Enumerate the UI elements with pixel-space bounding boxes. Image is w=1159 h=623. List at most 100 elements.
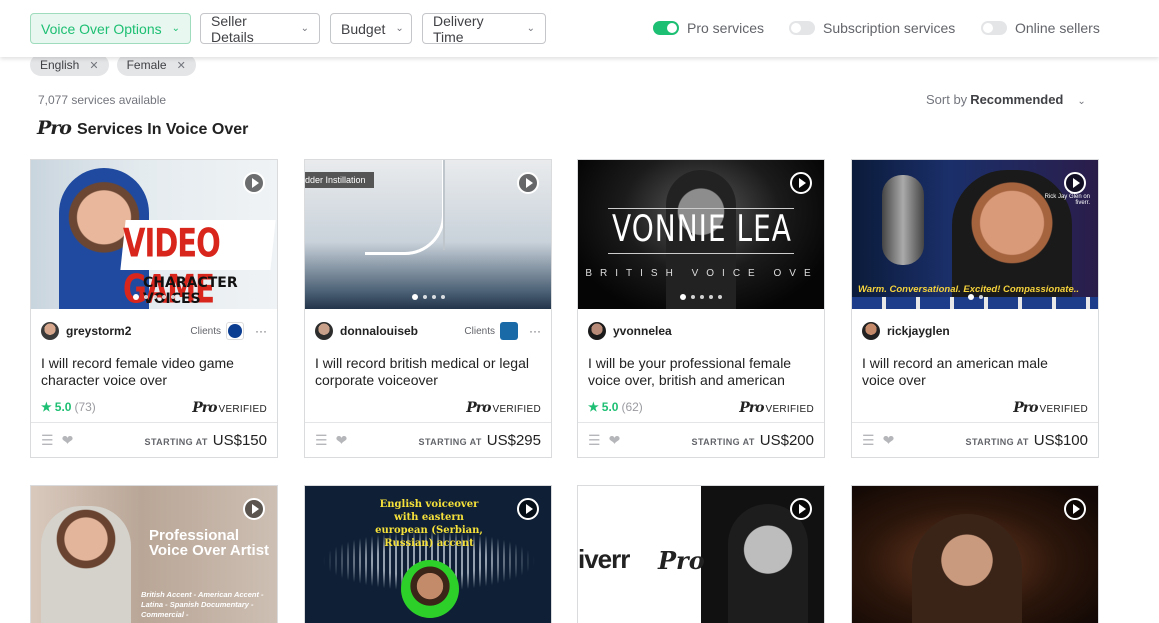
heart-icon[interactable]: ❤ bbox=[336, 432, 348, 449]
starting-at-label: STARTING AT bbox=[965, 437, 1029, 447]
sort-label: Sort by bbox=[926, 92, 968, 107]
seller-row: rickjayglen bbox=[862, 322, 1088, 340]
gig-card[interactable]: dder Instillation donnalouiseb Clients ·… bbox=[304, 159, 552, 458]
carousel-dots[interactable] bbox=[305, 294, 551, 300]
gig-thumbnail[interactable] bbox=[852, 486, 1098, 623]
play-icon[interactable] bbox=[790, 498, 812, 520]
seller-row: greystorm2 Clients ··· bbox=[41, 322, 267, 340]
card-footer: ☰ ❤ STARTING AT US$295 bbox=[305, 422, 551, 457]
pro-verified-badge: Pro VERIFIED bbox=[466, 400, 541, 416]
gig-thumbnail[interactable]: English voiceover with eastern european … bbox=[305, 486, 551, 623]
delivery-time-filter[interactable]: Delivery Time ⌄ bbox=[422, 13, 546, 45]
heart-icon[interactable]: ❤ bbox=[609, 432, 621, 449]
page-title: Pro Services In Voice Over bbox=[37, 117, 248, 139]
price[interactable]: STARTING AT US$150 bbox=[145, 432, 267, 449]
heart-icon[interactable]: ❤ bbox=[62, 432, 74, 449]
nasa-logo-icon bbox=[226, 322, 244, 340]
pro-services-toggle[interactable]: Pro services bbox=[653, 20, 764, 36]
client-logo-icon bbox=[500, 322, 518, 340]
gig-thumbnail[interactable]: VIDEO GAME CHARACTER VOICES bbox=[31, 160, 277, 309]
gig-card[interactable]: Professional Voice Over Artist British A… bbox=[30, 485, 278, 623]
gig-card[interactable] bbox=[851, 485, 1099, 623]
close-icon[interactable]: ✕ bbox=[177, 59, 186, 72]
gig-title[interactable]: I will record an american male voice ove… bbox=[862, 355, 1084, 389]
price[interactable]: STARTING AT US$200 bbox=[692, 432, 814, 449]
gig-title[interactable]: I will be your professional female voice… bbox=[588, 355, 810, 389]
chevron-down-icon: ⌄ bbox=[171, 23, 180, 34]
seller-name[interactable]: yvonnelea bbox=[613, 324, 672, 338]
avatar[interactable] bbox=[41, 322, 59, 340]
rating: ★ 5.0 (62) bbox=[588, 400, 643, 414]
more-options-icon[interactable]: ··· bbox=[255, 324, 267, 338]
clients-badge: Clients bbox=[190, 322, 244, 340]
gig-card[interactable]: VIDEO GAME CHARACTER VOICES greystorm2 C… bbox=[30, 159, 278, 458]
budget-filter[interactable]: Budget ⌄ bbox=[330, 13, 412, 44]
menu-lines-icon[interactable]: ☰ bbox=[588, 432, 601, 449]
pro-verified-badge: Pro VERIFIED bbox=[1013, 400, 1088, 416]
chevron-down-icon: ⌄ bbox=[526, 23, 535, 34]
price-value: US$295 bbox=[486, 432, 541, 449]
pro-logo: Pro bbox=[739, 400, 764, 416]
play-icon[interactable] bbox=[790, 172, 812, 194]
seller-name[interactable]: donnalouiseb bbox=[340, 324, 418, 338]
gig-title[interactable]: I will record british medical or legal c… bbox=[315, 355, 537, 389]
pro-verified-badge: Pro VERIFIED bbox=[192, 400, 267, 416]
carousel-dots[interactable] bbox=[31, 294, 277, 300]
filter-chip-english[interactable]: English ✕ bbox=[30, 54, 109, 76]
verified-label: VERIFIED bbox=[765, 404, 814, 415]
heart-icon[interactable]: ❤ bbox=[883, 432, 895, 449]
gig-card[interactable]: English voiceover with eastern european … bbox=[304, 485, 552, 623]
filter-chip-female[interactable]: Female ✕ bbox=[116, 54, 196, 76]
avatar[interactable] bbox=[588, 322, 606, 340]
avatar[interactable] bbox=[315, 322, 333, 340]
play-icon[interactable] bbox=[243, 498, 265, 520]
toggle-switch-off[interactable] bbox=[789, 21, 815, 35]
clients-label: Clients bbox=[190, 325, 221, 337]
voice-over-options-filter[interactable]: Voice Over Options ⌄ bbox=[30, 13, 191, 44]
more-options-icon[interactable]: ··· bbox=[529, 324, 541, 338]
close-icon[interactable]: ✕ bbox=[89, 59, 98, 72]
toggle-switch-on[interactable] bbox=[653, 21, 679, 35]
chip-label: English bbox=[40, 58, 80, 72]
chevron-down-icon: ⌄ bbox=[395, 23, 404, 34]
toggle-label: Subscription services bbox=[823, 20, 956, 36]
gig-title[interactable]: I will record female video game characte… bbox=[41, 355, 263, 389]
play-icon[interactable] bbox=[243, 172, 265, 194]
pro-logo: Pro bbox=[1013, 400, 1038, 416]
carousel-dots[interactable] bbox=[578, 294, 824, 300]
gig-thumbnail[interactable]: Professional Voice Over Artist British A… bbox=[31, 486, 277, 623]
seller-details-filter[interactable]: Seller Details ⌄ bbox=[200, 12, 320, 45]
menu-lines-icon[interactable]: ☰ bbox=[862, 432, 875, 449]
toggle-switch-off[interactable] bbox=[981, 21, 1007, 35]
gig-card[interactable]: VONNIE LEA BRITISH VOICE OVE yvonnelea I… bbox=[577, 159, 825, 458]
gig-thumbnail[interactable]: iverr Pro bbox=[578, 486, 824, 623]
play-icon[interactable] bbox=[517, 172, 539, 194]
gig-thumbnail[interactable]: dder Instillation bbox=[305, 160, 551, 309]
play-icon[interactable] bbox=[1064, 172, 1086, 194]
play-icon[interactable] bbox=[1064, 498, 1086, 520]
thumbnail-text: English voiceover with eastern european … bbox=[375, 499, 483, 549]
chevron-down-icon: ⌄ bbox=[300, 23, 309, 34]
thumbnail-subtext: CHARACTER VOICES bbox=[143, 275, 238, 307]
avatar[interactable] bbox=[862, 322, 880, 340]
seller-name[interactable]: greystorm2 bbox=[66, 324, 131, 338]
active-filter-chips: English ✕ Female ✕ bbox=[30, 54, 196, 76]
thumbnail-subtext: BRITISH VOICE OVE bbox=[585, 268, 819, 279]
play-icon[interactable] bbox=[517, 498, 539, 520]
pro-verified-badge: Pro VERIFIED bbox=[739, 400, 814, 416]
filter-label: Seller Details bbox=[211, 12, 254, 45]
gig-thumbnail[interactable]: VONNIE LEA BRITISH VOICE OVE bbox=[578, 160, 824, 309]
online-sellers-toggle[interactable]: Online sellers bbox=[981, 20, 1100, 36]
gig-card[interactable]: Rick Jay Glen on fiverr. Warm. Conversat… bbox=[851, 159, 1099, 458]
gig-card[interactable]: iverr Pro bbox=[577, 485, 825, 623]
menu-lines-icon[interactable]: ☰ bbox=[41, 432, 54, 449]
sort-dropdown[interactable]: Sort by Recommended ⌄ bbox=[926, 92, 1086, 107]
price[interactable]: STARTING AT US$295 bbox=[419, 432, 541, 449]
price[interactable]: STARTING AT US$100 bbox=[966, 432, 1088, 449]
menu-lines-icon[interactable]: ☰ bbox=[315, 432, 328, 449]
seller-name[interactable]: rickjayglen bbox=[887, 324, 950, 338]
gig-thumbnail[interactable]: Rick Jay Glen on fiverr. Warm. Conversat… bbox=[852, 160, 1098, 309]
subscription-services-toggle[interactable]: Subscription services bbox=[789, 20, 955, 36]
carousel-dots[interactable] bbox=[852, 294, 1098, 300]
rating-value: 5.0 bbox=[54, 400, 72, 414]
